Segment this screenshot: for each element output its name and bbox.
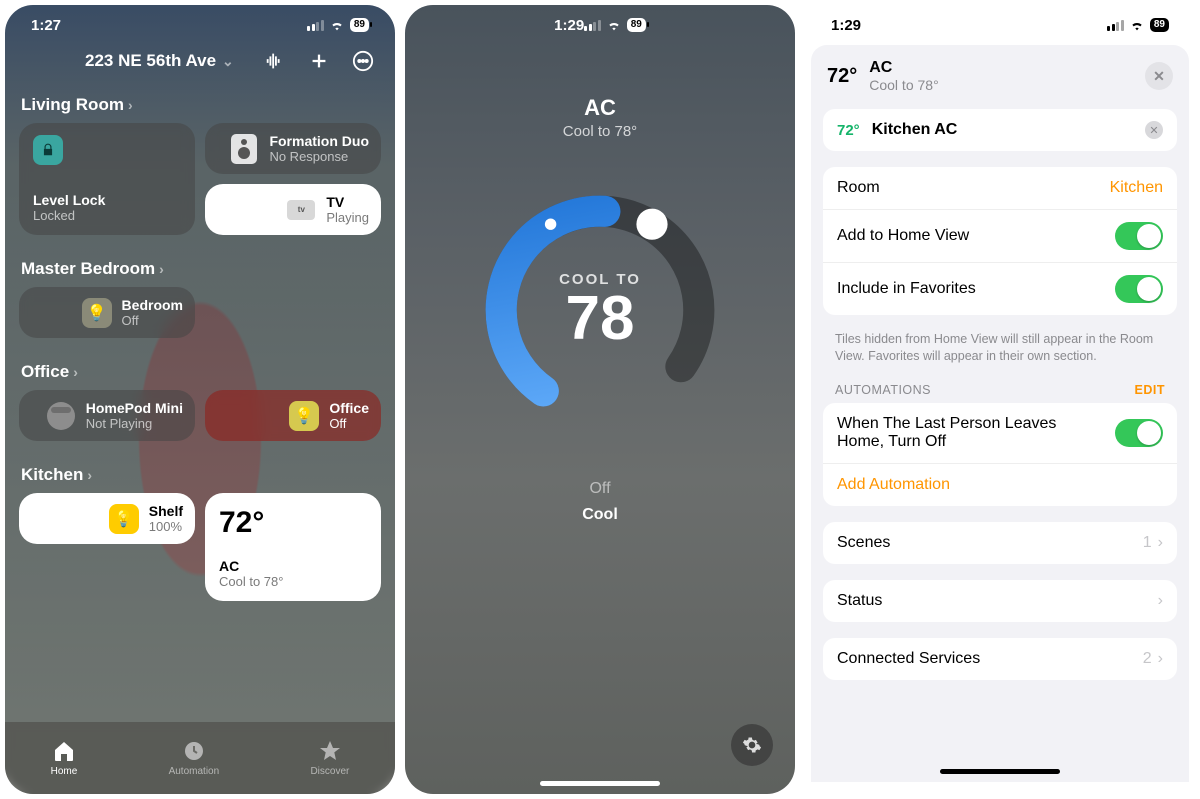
accessory-name-field[interactable]: 72° Kitchen AC ✕ [823,109,1177,151]
bulb-icon: 💡 [109,504,139,534]
status-time: 1:29 [831,17,861,34]
toggle-favorites[interactable] [1115,275,1163,303]
chevron-right-icon: › [1158,534,1163,552]
accessory-temp: 72° [837,122,860,139]
homepod-icon [46,401,76,431]
section-master-bedroom[interactable]: Master Bedroom› [21,259,379,279]
tile-temp: 72° [219,506,367,540]
section-kitchen[interactable]: Kitchen› [21,465,379,485]
dial-value: 78 [566,288,635,350]
tile-ac[interactable]: 72° AC Cool to 78° [205,493,381,601]
home-app-screen: 1:27 89 223 NE 56th Ave ⌄ Living Room› L… [5,5,395,794]
status-bar: 1:29 89 [805,5,1195,45]
chevron-right-icon: › [1158,592,1163,610]
ac-settings-screen: 1:29 89 72° AC Cool to 78° ✕ 72° Kitchen… [805,5,1195,794]
row-connected-services[interactable]: Connected Services 2 › [823,638,1177,680]
ac-title: AC [563,95,637,121]
announce-icon[interactable] [263,49,287,73]
battery-indicator: 89 [627,18,646,32]
tile-homepod-mini[interactable]: HomePod MiniNot Playing [19,390,195,441]
bulb-icon: 💡 [289,401,319,431]
speaker-icon [229,134,259,164]
ac-control-screen: 1:29 89 AC Cool to 78° [405,5,795,794]
section-living-room[interactable]: Living Room› [21,95,379,115]
settings-button[interactable] [731,724,773,766]
home-address[interactable]: 223 NE 56th Ave ⌄ [85,51,234,71]
temperature-dial[interactable]: COOL TO 78 [470,180,730,440]
cellular-icon [307,20,324,31]
wifi-icon [606,17,622,33]
row-favorites: Include in Favorites [823,262,1177,315]
close-button[interactable]: ✕ [1145,62,1173,90]
clear-icon[interactable]: ✕ [1145,121,1163,139]
tile-title: Level Lock [33,192,181,208]
toggle-automation[interactable] [1115,419,1163,447]
tab-discover[interactable]: Discover [310,739,349,777]
cellular-icon [1107,20,1124,31]
tile-level-lock[interactable]: Level Lock Locked [19,123,195,235]
section-office[interactable]: Office› [21,362,379,382]
mode-picker[interactable]: Off Cool [582,476,618,528]
row-status[interactable]: Status › [823,580,1177,622]
header-sub: Cool to 78° [869,77,938,93]
sheet-header: 72° AC Cool to 78° ✕ [811,59,1189,109]
mode-off[interactable]: Off [582,476,618,502]
accessory-name: Kitchen AC [872,121,958,139]
mode-cool[interactable]: Cool [582,502,618,528]
tile-formation-duo[interactable]: Formation DuoNo Response [205,123,381,174]
ac-subtitle: Cool to 78° [563,123,637,140]
automations-edit[interactable]: EDIT [1135,383,1165,397]
tile-shelf-light[interactable]: 💡 Shelf100% [19,493,195,544]
ac-title-block: AC Cool to 78° [563,95,637,140]
chevron-right-icon: › [1158,650,1163,668]
bulb-icon: 💡 [82,298,112,328]
tab-home[interactable]: Home [51,739,78,777]
row-add-automation[interactable]: Add Automation [823,463,1177,506]
status-bar: 1:27 89 [5,5,395,45]
home-indicator [540,781,660,786]
add-icon[interactable] [307,49,331,73]
toggle-home-view[interactable] [1115,222,1163,250]
header-temp: 72° [827,65,857,88]
more-icon[interactable] [351,49,375,73]
home-indicator [940,769,1060,774]
wifi-icon [1129,17,1145,33]
battery-indicator: 89 [1150,18,1169,32]
tab-bar: Home Automation Discover [5,722,395,794]
header-name: AC [869,59,938,77]
appletv-icon: tv [286,195,316,225]
home-nav-bar: 223 NE 56th Ave ⌄ [5,45,395,85]
status-time: 1:29 [554,17,584,34]
row-scenes[interactable]: Scenes 1 › [823,522,1177,564]
status-bar: 1:29 89 [528,5,672,45]
row-room[interactable]: Room Kitchen [823,167,1177,209]
row-automation-rule: When The Last Person Leaves Home, Turn O… [823,403,1177,463]
tile-status: Locked [33,208,181,223]
settings-note: Tiles hidden from Home View will still a… [811,331,1189,379]
tile-bedroom-light[interactable]: 💡 BedroomOff [19,287,195,338]
tile-tv[interactable]: tv TVPlaying [205,184,381,235]
wifi-icon [329,17,345,33]
status-time: 1:27 [31,17,61,34]
cellular-icon [584,20,601,31]
lock-icon [33,135,63,165]
row-home-view: Add to Home View [823,209,1177,262]
battery-indicator: 89 [350,18,369,32]
tab-automation[interactable]: Automation [169,739,220,777]
tile-office-light[interactable]: 💡 OfficeOff [205,390,381,441]
automations-header: AUTOMATIONS EDIT [811,379,1189,403]
